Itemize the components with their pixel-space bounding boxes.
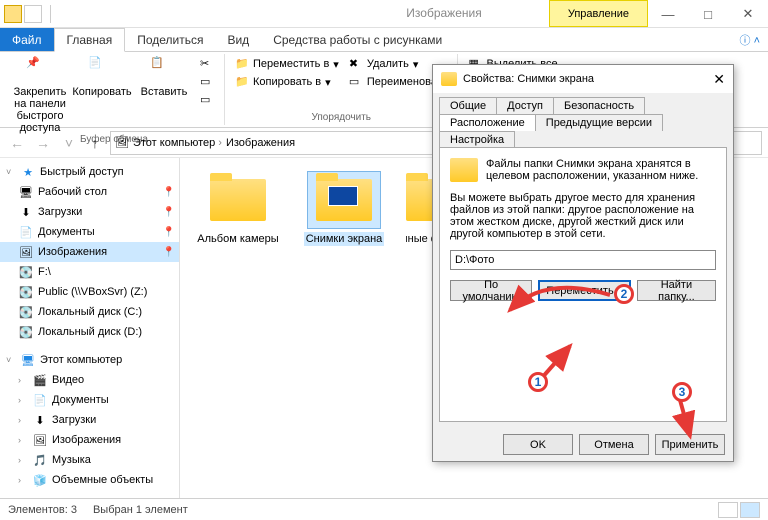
this-pc-header[interactable]: ˅🖥Этот компьютер [0,350,179,370]
location-description: Файлы папки Снимки экрана хранятся в цел… [486,158,716,182]
copy-to-button[interactable]: 📁Копировать в ▾ [231,74,343,90]
nav-local-c[interactable]: 💽Локальный диск (C:) [0,302,179,322]
view-details-button[interactable] [718,502,738,518]
tab-picture-tools[interactable]: Средства работы с рисунками [261,28,454,51]
nav-desktop[interactable]: 🖥Рабочий стол📍 [0,182,179,202]
cut-button[interactable]: ✂ [196,56,218,72]
ok-button[interactable]: OK [503,434,573,455]
recent-button[interactable]: ˅ [58,132,80,154]
copy-button[interactable]: 📄 Копировать [72,54,132,98]
tab-file[interactable]: Файл [0,28,54,51]
properties-dialog: Свойства: Снимки экрана ✕ Общие Доступ Б… [432,64,734,462]
tab-view[interactable]: Вид [215,28,261,51]
close-button[interactable]: ✕ [728,0,768,28]
status-count: Элементов: 3 [8,504,77,516]
tab-location[interactable]: Расположение [439,114,536,131]
nav-downloads[interactable]: ⬇Загрузки📍 [0,202,179,222]
tab-sharing[interactable]: Доступ [496,97,554,114]
shortcut-icon: ▭ [200,93,214,107]
qat-button[interactable] [24,5,42,23]
tab-customize[interactable]: Настройка [439,131,515,148]
cut-icon: ✂ [200,57,214,71]
pin-to-quick-access-button[interactable]: 📌 Закрепить на панели быстрого доступа [10,54,70,134]
tab-previous-versions[interactable]: Предыдущие версии [535,114,663,131]
dialog-title: Свойства: Снимки экрана [463,73,594,85]
pc-icon: 🖼 [115,136,129,149]
nav-documents[interactable]: 📄Документы📍 [0,222,179,242]
dialog-titlebar[interactable]: Свойства: Снимки экрана ✕ [433,65,733,93]
restore-default-button[interactable]: По умолчанию [450,280,532,301]
window-title: Изображения [406,6,481,20]
annotation-badge-1: 1 [528,372,548,392]
nav-local-d[interactable]: 💽Локальный диск (D:) [0,322,179,342]
paste-icon: 📋 [150,56,178,84]
nav-music[interactable]: ›🎵Музыка [0,450,179,470]
folder-icon [450,158,478,182]
annotation-badge-3: 3 [672,382,692,402]
dialog-close-button[interactable]: ✕ [713,71,725,88]
quick-access-header[interactable]: ˅★Быстрый доступ [0,162,179,182]
move-icon: 📁 [235,57,249,71]
dialog-footer: OK Отмена Применить [433,428,733,461]
nav-pictures[interactable]: 🖼Изображения📍 [0,242,179,262]
paste-button[interactable]: 📋 Вставить [134,54,194,98]
cancel-button[interactable]: Отмена [579,434,649,455]
folder-camera-roll[interactable]: Альбом камеры [194,172,282,246]
move-to-button[interactable]: 📁Переместить в ▾ [231,56,343,72]
nav-drive-f[interactable]: 💽F:\ [0,262,179,282]
nav-3d-objects[interactable]: ›🧊Объемные объекты [0,470,179,490]
nav-public[interactable]: 💽Public (\\VBoxSvr) (Z:) [0,282,179,302]
tab-general[interactable]: Общие [439,97,497,114]
location-path-input[interactable] [450,250,716,270]
nav-pictures2[interactable]: ›🖼Изображения [0,430,179,450]
ribbon-tabs: Файл Главная Поделиться Вид Средства раб… [0,28,768,52]
navigation-pane[interactable]: ˅★Быстрый доступ 🖥Рабочий стол📍 ⬇Загрузк… [0,158,180,498]
minimize-button[interactable]: ― [648,0,688,28]
copy-icon: 📄 [88,56,116,84]
dialog-tabs: Общие Доступ Безопасность [433,93,733,114]
title-bar: Управление Изображения ― □ ✕ [0,0,768,28]
tab-share[interactable]: Поделиться [125,28,215,51]
dialog-body: Файлы папки Снимки экрана хранятся в цел… [439,147,727,422]
copy-path-button[interactable]: ▭ [196,74,218,90]
nav-video[interactable]: ›🎬Видео [0,370,179,390]
folder-screenshots[interactable]: Снимки экрана [300,172,388,246]
pin-icon: 📌 [26,56,54,84]
folder-icon [441,72,457,86]
folder-icon [4,5,22,23]
find-target-button[interactable]: Найти папку... [637,280,716,301]
nav-documents2[interactable]: ›📄Документы [0,390,179,410]
back-button[interactable]: ← [6,132,28,154]
status-bar: Элементов: 3 Выбран 1 элемент [0,498,768,520]
annotation-badge-2: 2 [614,284,634,304]
up-button[interactable]: ↑ [84,132,106,154]
contextual-tab[interactable]: Управление [549,0,648,27]
group-label: Упорядочить [311,112,371,125]
paste-shortcut-button[interactable]: ▭ [196,92,218,108]
location-help-text: Вы можете выбрать другое место для хране… [450,192,716,240]
nav-downloads2[interactable]: ›⬇Загрузки [0,410,179,430]
copy-to-icon: 📁 [235,75,249,89]
delete-icon: ✖ [349,57,363,71]
forward-button[interactable]: → [32,132,54,154]
view-icons-button[interactable] [740,502,760,518]
maximize-button[interactable]: □ [688,0,728,28]
status-selected: Выбран 1 элемент [93,504,188,516]
rename-icon: ▭ [349,75,363,89]
tab-home[interactable]: Главная [54,28,126,52]
apply-button[interactable]: Применить [655,434,725,455]
ribbon-expand-icon[interactable]: ⓘ ˄ [732,28,768,51]
path-icon: ▭ [200,75,214,89]
tab-security[interactable]: Безопасность [553,97,645,114]
